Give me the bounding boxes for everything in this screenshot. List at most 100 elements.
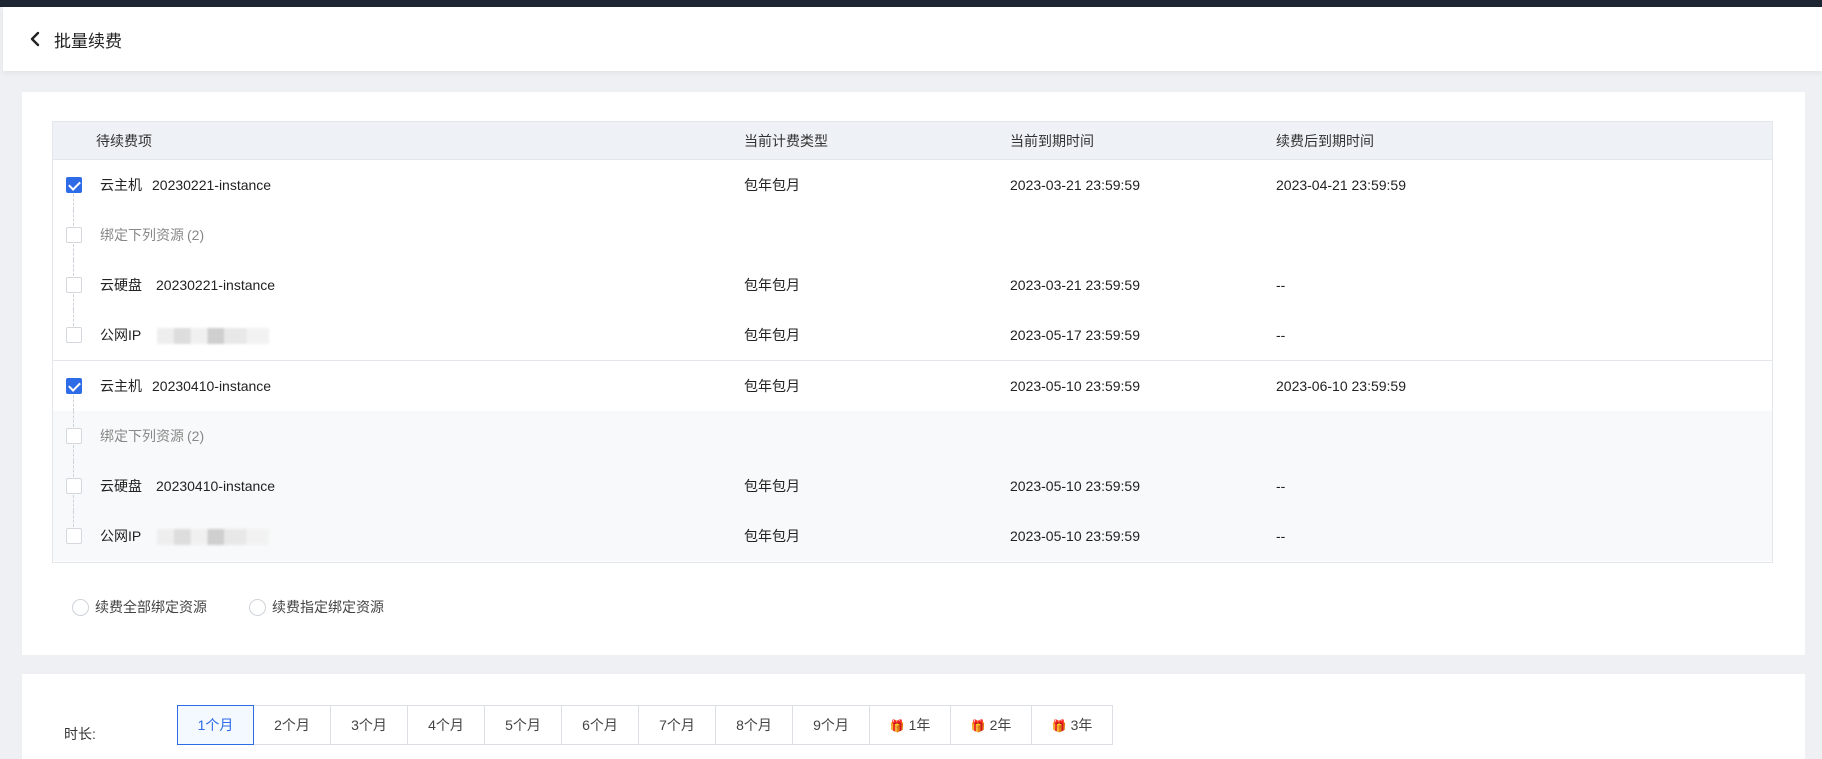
tree-connector — [73, 495, 74, 511]
tree-connector — [73, 310, 74, 326]
duration-option-2-month[interactable]: 2个月 — [254, 705, 331, 745]
renewed-expire-time: -- — [1276, 277, 1286, 293]
tree-connector — [73, 511, 74, 527]
page-header: 批量续费 — [3, 7, 1822, 71]
row-checkbox[interactable] — [66, 227, 82, 243]
item-name: 20230221-instance — [152, 177, 272, 193]
table-row-resource: 公网IP 包年包月 2023-05-10 23:59:59 -- — [53, 511, 1772, 561]
duration-option-label: 1年 — [908, 717, 931, 733]
renew-selected-bound-option[interactable]: 续费指定绑定资源 — [249, 597, 384, 617]
duration-option-label: 2年 — [989, 717, 1012, 733]
page-title: 批量续费 — [54, 31, 122, 51]
expire-time: 2023-05-17 23:59:59 — [1010, 327, 1140, 343]
row-checkbox[interactable] — [66, 277, 82, 293]
item-name: 20230410-instance — [152, 378, 272, 394]
duration-option-6-month[interactable]: 6个月 — [562, 705, 639, 745]
renew-items-card: 待续费项 当前计费类型 当前到期时间 续费后到期时间 云主机 20230221-… — [22, 92, 1805, 655]
duration-option-label: 3年 — [1070, 717, 1093, 733]
column-header-billing: 当前计费类型 — [744, 133, 828, 149]
item-name: 20230410-instance — [156, 478, 276, 494]
tree-connector — [73, 461, 74, 477]
table-row-resource: 公网IP 包年包月 2023-05-17 23:59:59 -- — [53, 310, 1772, 360]
renewed-expire-time: 2023-04-21 23:59:59 — [1276, 177, 1406, 193]
table-row-instance: 云主机 20230221-instance 包年包月 2023-03-21 23… — [53, 160, 1772, 210]
table-row-instance: 云主机 20230410-instance 包年包月 2023-05-10 23… — [53, 361, 1772, 411]
tree-connector — [73, 445, 74, 461]
tree-connector — [73, 210, 74, 226]
item-type: 公网IP — [100, 310, 270, 360]
item-name: 20230221-instance — [156, 277, 276, 293]
duration-option-3-year[interactable]: 🎁 3年 — [1032, 705, 1113, 745]
duration-option-8-month[interactable]: 8个月 — [716, 705, 793, 745]
table-row-resource: 云硬盘 20230410-instance 包年包月 2023-05-10 23… — [53, 461, 1772, 511]
column-header-item: 待续费项 — [96, 133, 152, 149]
tree-connector — [73, 411, 74, 427]
expire-time: 2023-05-10 23:59:59 — [1010, 378, 1140, 394]
duration-card: 时长: 1个月 2个月 3个月 4个月 5个月 6个月 7个月 8个月 9个月 … — [22, 674, 1805, 759]
bind-label: 绑定下列资源 — [100, 428, 184, 444]
billing-type: 包年包月 — [744, 528, 800, 544]
renewed-expire-time: -- — [1276, 327, 1286, 343]
radio-button[interactable] — [249, 598, 266, 616]
table-row-resource: 云硬盘 20230221-instance 包年包月 2023-03-21 23… — [53, 260, 1772, 310]
billing-type: 包年包月 — [744, 478, 800, 494]
row-checkbox[interactable] — [66, 428, 82, 444]
redacted-ip — [157, 328, 270, 345]
redacted-ip — [157, 529, 270, 546]
column-header-renewed-expire: 续费后到期时间 — [1276, 133, 1374, 149]
row-checkbox[interactable] — [66, 378, 82, 394]
item-type: 云主机 — [100, 177, 142, 193]
gift-icon: 🎁 — [889, 719, 905, 733]
item-type: 云主机 — [100, 378, 142, 394]
renew-scope-options: 续费全部绑定资源 续费指定绑定资源 — [72, 597, 426, 617]
tree-connector — [73, 260, 74, 276]
renew-items-table: 待续费项 当前计费类型 当前到期时间 续费后到期时间 云主机 20230221-… — [52, 121, 1773, 563]
duration-option-2-year[interactable]: 🎁 2年 — [951, 705, 1032, 745]
radio-label: 续费指定绑定资源 — [272, 599, 384, 615]
tree-connector — [73, 194, 74, 210]
tree-connector — [73, 244, 74, 260]
radio-button[interactable] — [72, 598, 89, 616]
renewed-expire-time: 2023-06-10 23:59:59 — [1276, 378, 1406, 394]
radio-label: 续费全部绑定资源 — [95, 599, 207, 615]
gift-icon: 🎁 — [970, 719, 986, 733]
bind-label: 绑定下列资源 — [100, 227, 184, 243]
bind-count: (2) — [187, 428, 205, 444]
billing-type: 包年包月 — [744, 177, 800, 193]
duration-option-1-month[interactable]: 1个月 — [177, 705, 254, 745]
duration-option-5-month[interactable]: 5个月 — [485, 705, 562, 745]
billing-type: 包年包月 — [744, 378, 800, 394]
duration-option-1-year[interactable]: 🎁 1年 — [870, 705, 951, 745]
tree-connector — [73, 294, 74, 310]
duration-option-3-month[interactable]: 3个月 — [331, 705, 408, 745]
row-checkbox[interactable] — [66, 528, 82, 544]
duration-option-7-month[interactable]: 7个月 — [639, 705, 716, 745]
row-checkbox[interactable] — [66, 177, 82, 193]
back-arrow-icon[interactable] — [25, 29, 45, 49]
expire-time: 2023-03-21 23:59:59 — [1010, 277, 1140, 293]
expire-time: 2023-05-10 23:59:59 — [1010, 528, 1140, 544]
item-type: 云硬盘 — [100, 277, 142, 293]
gift-icon: 🎁 — [1051, 719, 1067, 733]
item-type: 云硬盘 — [100, 478, 142, 494]
expire-time: 2023-05-10 23:59:59 — [1010, 478, 1140, 494]
row-checkbox[interactable] — [66, 478, 82, 494]
table-row-bind-header: 绑定下列资源 (2) — [53, 210, 1772, 260]
column-header-expire: 当前到期时间 — [1010, 133, 1094, 149]
duration-label: 时长: — [64, 726, 96, 742]
item-type-label: 公网IP — [100, 327, 142, 343]
renewed-expire-time: -- — [1276, 528, 1286, 544]
duration-option-4-month[interactable]: 4个月 — [408, 705, 485, 745]
expire-time: 2023-03-21 23:59:59 — [1010, 177, 1140, 193]
billing-type: 包年包月 — [744, 327, 800, 343]
table-header: 待续费项 当前计费类型 当前到期时间 续费后到期时间 — [53, 122, 1772, 160]
bind-count: (2) — [187, 227, 205, 243]
top-bar — [0, 0, 1822, 7]
row-checkbox[interactable] — [66, 327, 82, 343]
duration-option-9-month[interactable]: 9个月 — [793, 705, 870, 745]
tree-connector — [73, 395, 74, 411]
renew-all-bound-option[interactable]: 续费全部绑定资源 — [72, 597, 207, 617]
table-row-bind-header: 绑定下列资源 (2) — [53, 411, 1772, 461]
renewed-expire-time: -- — [1276, 478, 1286, 494]
billing-type: 包年包月 — [744, 277, 800, 293]
